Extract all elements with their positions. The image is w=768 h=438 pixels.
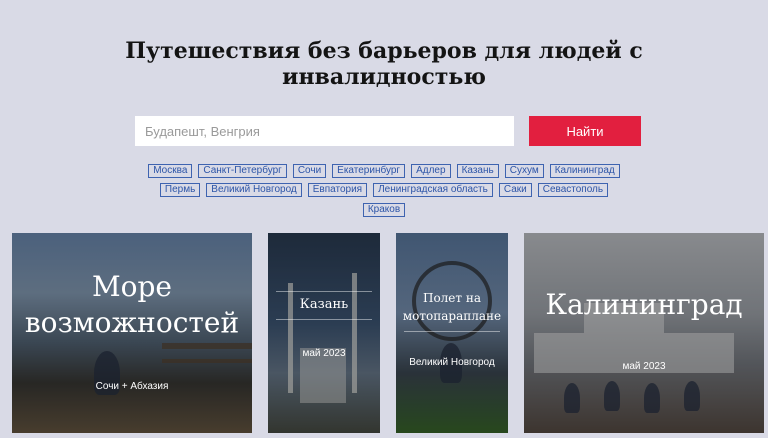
page-title-line2: инвалидностью <box>282 64 486 90</box>
city-tag[interactable]: Екатеринбург <box>332 164 406 178</box>
page-title: Путешествия без барьеров для людей с инв… <box>0 38 768 90</box>
city-tag[interactable]: Ленинградская область <box>373 183 493 197</box>
city-tag[interactable]: Краков <box>362 203 406 217</box>
page-title-line1: Путешествия без барьеров для людей с <box>125 38 643 64</box>
city-tag[interactable]: Москва <box>148 164 193 178</box>
city-tag[interactable]: Калининград <box>549 164 620 178</box>
tour-card-kaliningrad[interactable]: Калининград май 2023 <box>524 233 764 433</box>
city-tag[interactable]: Сухум <box>504 164 544 178</box>
tour-card-kazan[interactable]: Казань май 2023 <box>268 233 380 433</box>
city-tag[interactable]: Евпатория <box>307 183 368 197</box>
city-tag[interactable]: Адлер <box>411 164 451 178</box>
card-subtitle: май 2023 <box>622 361 666 372</box>
city-tag[interactable]: Сочи <box>292 164 327 178</box>
city-tag[interactable]: Пермь <box>159 183 201 197</box>
city-tag[interactable]: Казань <box>456 164 499 178</box>
card-subtitle: Сочи + Абхазия <box>95 381 169 392</box>
city-tags-row-1: Москва Санкт-Петербург Сочи Екатеринбург… <box>0 164 768 178</box>
city-tags-row-3: Краков <box>0 203 768 217</box>
city-tag[interactable]: Великий Новгород <box>206 183 302 197</box>
card-title: Калининград <box>545 288 743 321</box>
city-tags-row-2: Пермь Великий Новгород Евпатория Ленингр… <box>0 183 768 197</box>
search-button[interactable]: Найти <box>529 116 641 146</box>
tour-card-sea-of-opportunities[interactable]: Море возможностей Сочи + Абхазия <box>12 233 252 433</box>
card-subtitle: Великий Новгород <box>409 357 495 368</box>
card-subtitle: май 2023 <box>302 348 346 359</box>
city-tag[interactable]: Севастополь <box>537 183 609 197</box>
tour-card-paramotor[interactable]: Полет на мотопараплане Великий Новгород <box>396 233 508 433</box>
search-input[interactable] <box>135 116 514 146</box>
city-tag[interactable]: Санкт-Петербург <box>198 164 287 178</box>
card-title: Полет на мотопараплане <box>402 291 502 323</box>
city-tag[interactable]: Саки <box>498 183 532 197</box>
card-title: Казань <box>299 297 349 312</box>
card-title: Море возможностей <box>24 270 240 339</box>
